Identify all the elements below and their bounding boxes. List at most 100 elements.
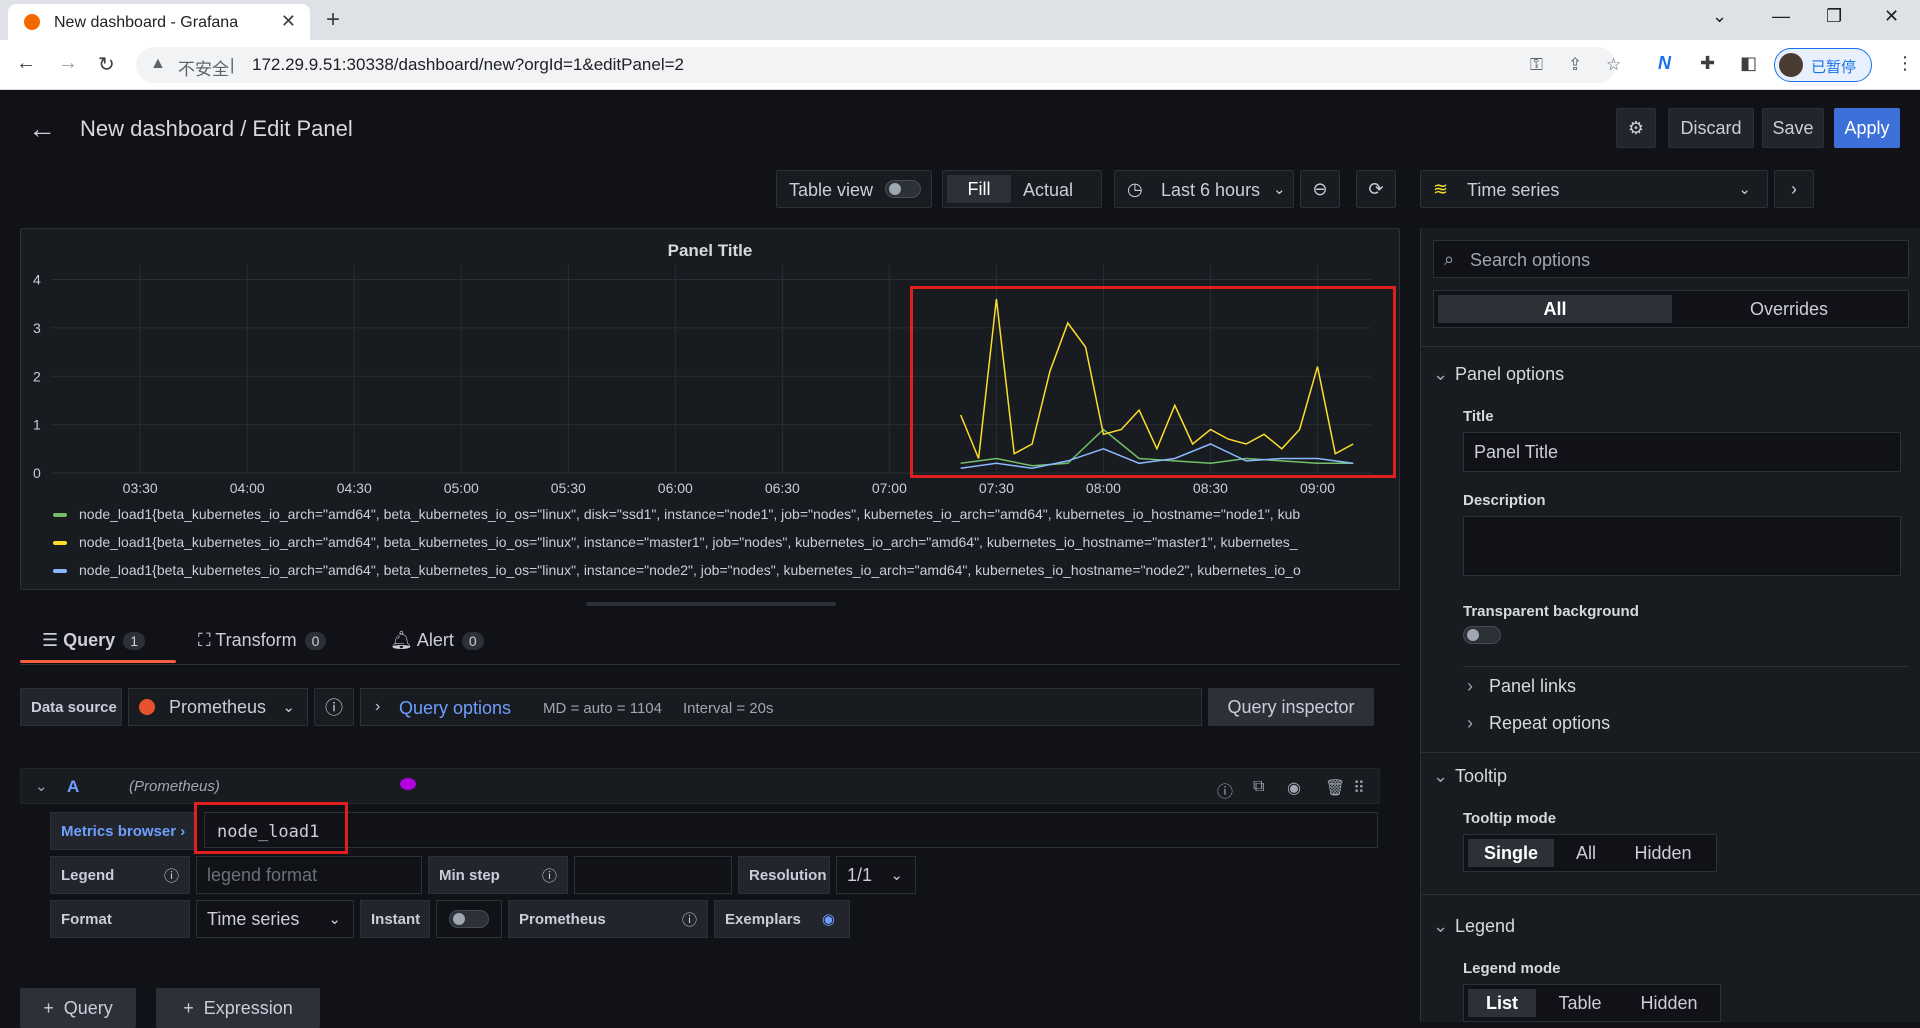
add-expression-button[interactable]: + Expression [156,988,320,1028]
tooltip-mode-radio: Single All Hidden [1463,834,1717,872]
close-tab-icon[interactable]: ✕ [281,11,296,32]
maximize-icon[interactable]: ❐ [1826,6,1842,27]
search-options-input[interactable]: ⌕ Search options [1433,240,1909,278]
fill-option[interactable]: Fill [947,175,1011,203]
section-title: Tooltip [1455,766,1508,786]
tab-all[interactable]: All [1438,295,1672,323]
profile-button[interactable]: 已暂停 [1774,48,1872,82]
key-icon[interactable]: ⚿ [1530,55,1543,75]
tooltip-all-option[interactable]: All [1558,839,1614,867]
format-select[interactable]: Time series ⌄ [196,900,354,938]
chevron-right-icon: › [1791,178,1797,199]
description-textarea[interactable] [1463,516,1901,576]
drag-handle-icon[interactable]: ⠿ [1353,778,1365,798]
tab-overrides[interactable]: Overrides [1672,295,1906,323]
section-repeat-options[interactable]: › Repeat options [1467,713,1610,734]
side-panel-icon[interactable]: ◧ [1740,53,1757,74]
discard-button[interactable]: Discard [1668,108,1754,148]
tab-transform[interactable]: ⛶ Transform 0 [198,630,327,651]
save-button[interactable]: Save [1762,108,1824,148]
duplicate-icon[interactable]: ⧉ [1253,778,1264,796]
extension-n-icon[interactable]: N [1658,53,1671,74]
data-source-picker[interactable]: Prometheus ⌄ [128,688,308,726]
section-legend[interactable]: ⌄ Legend [1433,916,1515,937]
metrics-browser-button[interactable]: Metrics browser › [50,812,196,850]
database-icon: ☰ [42,630,59,650]
add-query-button[interactable]: + Query [20,988,136,1028]
star-icon[interactable]: ☆ [1606,55,1621,75]
table-view-toggle[interactable]: Table view [776,170,932,208]
legend-list-option[interactable]: List [1468,989,1536,1017]
time-range-picker[interactable]: ◷ Last 6 hours ⌄ [1114,170,1294,208]
back-icon[interactable]: ← [16,52,36,75]
apply-button[interactable]: Apply [1834,108,1900,148]
format-value: Time series [207,908,300,929]
legend-mode-radio: List Table Hidden [1463,984,1721,1022]
close-window-icon[interactable]: ✕ [1884,6,1899,27]
legend-item-master1[interactable]: node_load1{beta_kubernetes_io_arch="amd6… [53,534,1393,550]
tab-alert-label: Alert [416,630,454,650]
section-title: Panel options [1455,364,1565,384]
y-tick-label: 0 [33,465,41,481]
grafana-logo-icon [24,14,40,30]
collapse-chevron-icon[interactable]: ⌄ [35,777,48,795]
trash-icon[interactable]: 🗑︎ [1325,778,1345,798]
back-arrow-icon[interactable]: ← [28,113,56,145]
legend-swatch [53,513,67,518]
tab-query[interactable]: ☰ Query 1 [42,630,145,651]
legend-label: node_load1{beta_kubernetes_io_arch="amd6… [79,534,1298,550]
tooltip-single-option[interactable]: Single [1468,839,1554,867]
refresh-button[interactable]: ⟳ [1356,170,1396,208]
legend-label: node_load1{beta_kubernetes_io_arch="amd6… [79,506,1301,522]
tab-alert[interactable]: 🔔︎ Alert 0 [390,630,484,651]
transparent-switch[interactable] [1463,626,1501,644]
reload-icon[interactable]: ↻ [98,52,115,77]
legend-item-node1[interactable]: node_load1{beta_kubernetes_io_arch="amd6… [53,506,1393,522]
new-tab-icon[interactable]: + [326,6,340,34]
title-label: Title [1463,408,1494,425]
instant-switch[interactable] [449,910,489,928]
time-range-label: Last 6 hours [1161,180,1261,200]
chevron-right-icon: › [1467,713,1473,733]
section-tooltip[interactable]: ⌄ Tooltip [1433,766,1507,787]
minimize-icon[interactable]: — [1772,6,1790,27]
settings-button[interactable]: ⚙ [1616,108,1656,148]
pane-resize-handle[interactable] [586,602,836,606]
data-source-help-button[interactable]: ⓘ [314,688,354,726]
section-panel-options[interactable]: ⌄ Panel options [1433,364,1564,385]
share-icon[interactable]: ⇪ [1568,55,1582,75]
zoom-out-button[interactable]: ⊖ [1300,170,1340,208]
legend-table-option[interactable]: Table [1540,989,1620,1017]
extensions-puzzle-icon[interactable]: ✚ [1700,53,1715,74]
forward-icon[interactable]: → [58,52,78,75]
tooltip-hidden-option[interactable]: Hidden [1618,839,1708,867]
actual-option[interactable]: Actual [1023,180,1073,201]
legend-item-node2[interactable]: node_load1{beta_kubernetes_io_arch="amd6… [53,562,1393,578]
query-expression-input[interactable]: node_load1 [204,812,1378,848]
x-tick-label: 06:00 [658,480,693,496]
url-field[interactable]: ▲ 不安全 | 172.29.9.51:30338/dashboard/new?… [136,47,1621,83]
legend-hidden-option[interactable]: Hidden [1624,989,1714,1017]
section-panel-links[interactable]: › Panel links [1467,676,1576,697]
min-step-input[interactable] [574,856,732,894]
query-ref-id[interactable]: A [67,777,79,797]
menu-dots-icon[interactable]: ⋮ [1896,53,1914,74]
options-tabs: All Overrides [1433,290,1909,328]
eye-icon[interactable]: ◉ [1287,778,1301,798]
browser-tab[interactable]: New dashboard - Grafana ✕ [8,4,310,40]
collapse-options-button[interactable]: › [1774,170,1814,208]
eye-icon[interactable]: ◉ [822,910,835,928]
query-inspector-button[interactable]: Query inspector [1208,688,1374,726]
resolution-select[interactable]: 1/1 ⌄ [836,856,916,894]
prometheus-type-label: Prometheus ⓘ [508,900,708,938]
legend-format-input[interactable]: legend format [196,856,422,894]
fill-actual-toggle: Fill Actual [942,170,1102,208]
interval-info: Interval = 20s [683,700,774,717]
help-icon[interactable]: ⓘ [1217,778,1233,802]
title-input[interactable]: Panel Title [1463,432,1901,472]
instant-label: Instant [360,900,430,938]
visualization-picker[interactable]: ≋ Time series ⌄ [1420,170,1768,208]
tab-search-icon[interactable]: ⌄ [1712,6,1727,27]
table-view-switch[interactable] [885,180,921,198]
query-options-row[interactable]: › Query options MD = auto = 1104 Interva… [360,688,1202,726]
